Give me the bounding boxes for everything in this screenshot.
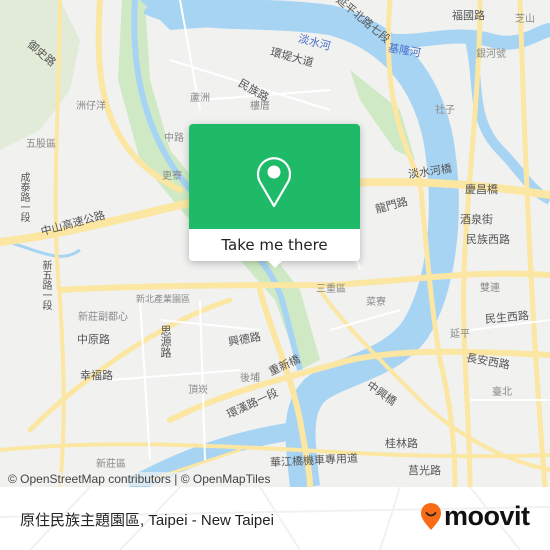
map-label: 幸福路 [80, 369, 113, 382]
map-label: 中原路 [77, 333, 110, 346]
keelung-river-branch [465, 38, 550, 205]
map-label: 思源路 [159, 325, 172, 358]
map-label: 福國路 [452, 9, 485, 22]
map-label: 臺北 [492, 387, 512, 398]
map-label: 洲仔洋 [76, 101, 106, 112]
map-label: 成泰路一段 [18, 172, 29, 222]
take-me-there-button[interactable]: Take me there [189, 229, 360, 261]
map-label: 中路 [164, 133, 184, 144]
map-label: 慶昌橋 [465, 183, 498, 196]
map-label: 莒光路 [408, 464, 441, 477]
map-label: 新五路一段 [40, 260, 51, 310]
map-label: 延平 [450, 329, 470, 340]
map-pin-icon [256, 157, 292, 208]
map-label: 三重區 [316, 284, 346, 295]
moovit-wordmark: moovit [444, 501, 530, 531]
map-label: 更寮 [162, 171, 182, 182]
map-attribution[interactable]: © OpenStreetMap contributors | © OpenMap… [8, 472, 271, 486]
map-label: 民族西路 [466, 233, 510, 246]
map-label: 蘆洲 [190, 93, 210, 104]
map-label: 新莊副都心 [78, 312, 128, 323]
map-label: 社子 [435, 105, 455, 116]
map-label: 雙連 [480, 283, 500, 294]
map-label: 桂林路 [385, 437, 418, 450]
popup-pointer [267, 260, 283, 268]
map-label: 新北產業園區 [136, 295, 191, 305]
footer: 原住民族主題園區, Taipei - New Taipei moovit [0, 487, 550, 550]
map-label: 五股區 [26, 139, 56, 150]
map[interactable]: 延平北路七段 淡水河 基隆河 福國路 芝山 銀河號 環堤大道 民族路 蘆洲 樓厝… [0, 0, 550, 487]
location-title: 原住民族主題園區, Taipei - New Taipei [20, 512, 274, 529]
location-popup: Take me there [189, 124, 360, 268]
map-label: 新莊區 [96, 459, 126, 470]
map-label: 銀河號 [476, 49, 506, 60]
map-label: 樓厝 [250, 101, 270, 112]
map-label: 芝山 [515, 14, 535, 25]
map-label: 酒泉街 [460, 213, 493, 226]
map-label: 菜寮 [366, 297, 386, 308]
map-label: 後埔 [240, 373, 260, 384]
moovit-logo: moovit [420, 501, 530, 532]
map-label: 頂崁 [188, 385, 208, 396]
hills-park [0, 0, 80, 150]
popup-header [189, 124, 360, 229]
moovit-pin-icon [421, 502, 441, 530]
